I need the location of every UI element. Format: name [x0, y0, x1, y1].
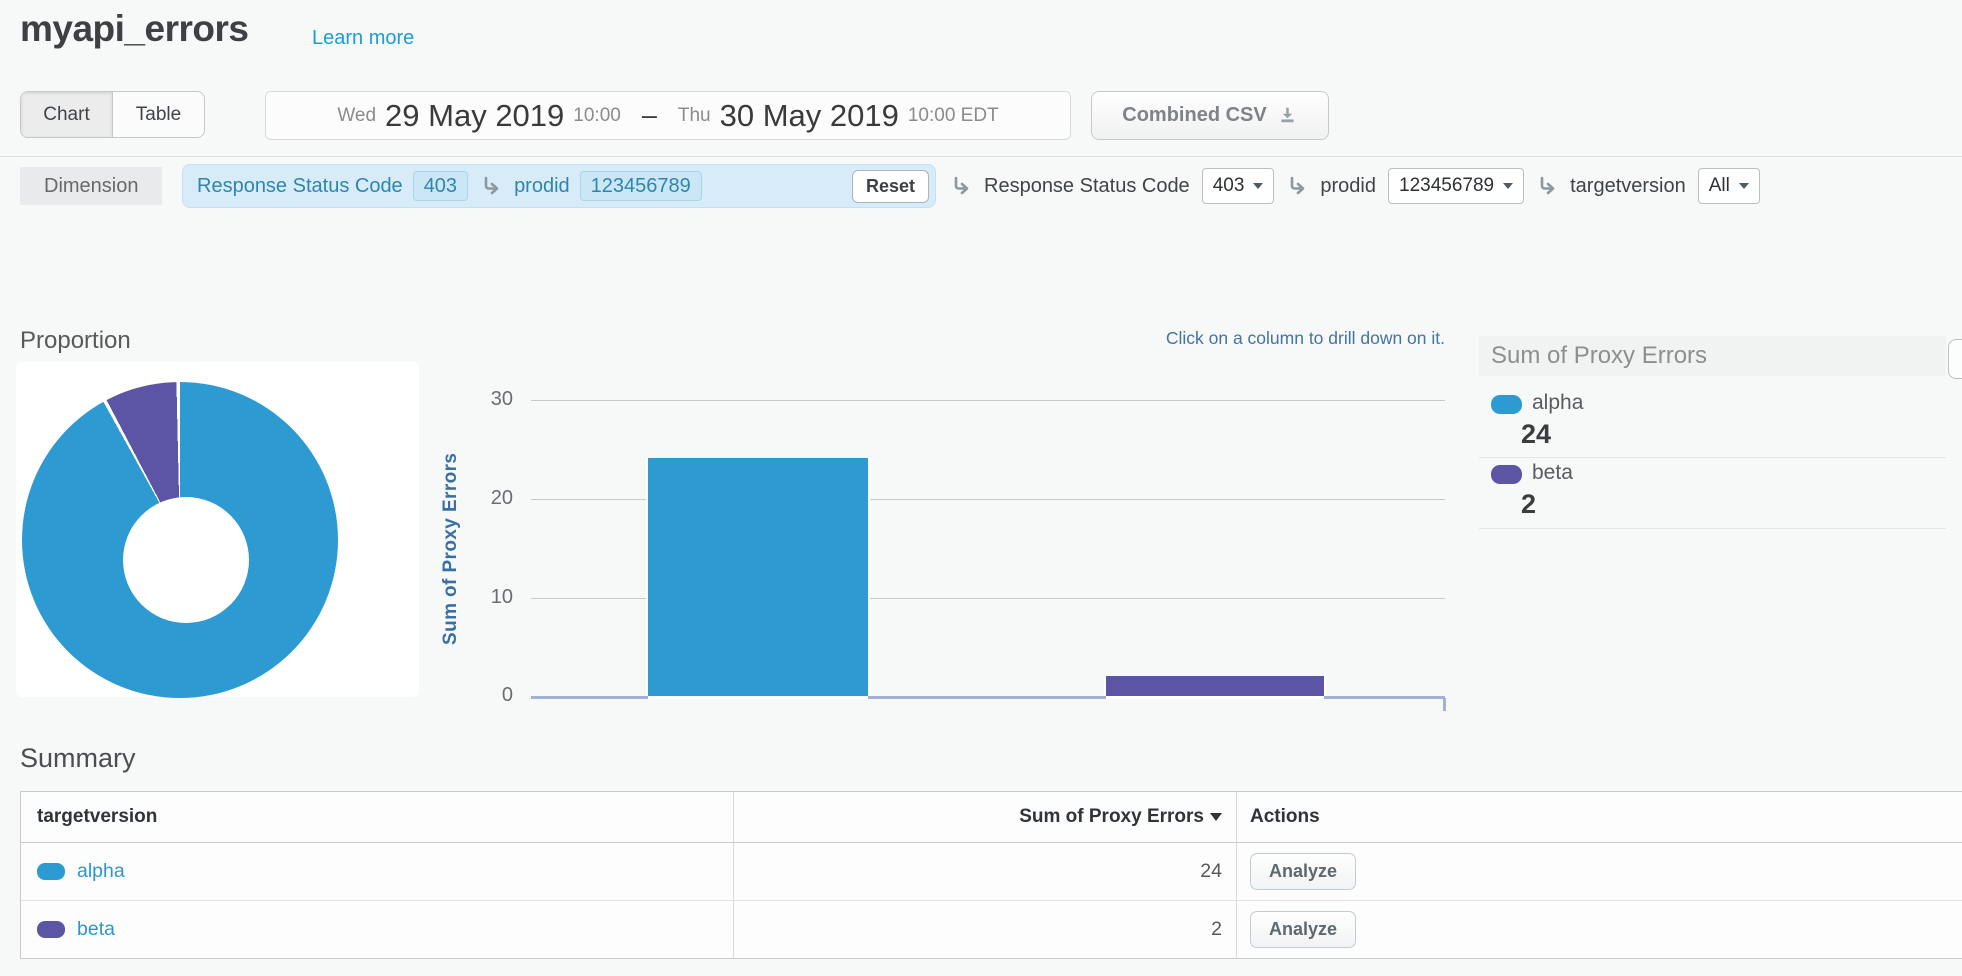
row-link-alpha[interactable]: alpha [77, 860, 125, 883]
y-tick-label: 20 [453, 487, 513, 510]
filter-controls: Response Status Code 403 prodid 12345678… [950, 168, 1760, 204]
breadcrumb-dimension-name: prodid [514, 175, 570, 198]
row-value-beta: 2 [1211, 918, 1222, 941]
combined-csv-button[interactable]: Combined CSV [1091, 91, 1329, 140]
drilldown-arrow-icon [1286, 176, 1308, 196]
breadcrumb-dimension-name: Response Status Code [197, 175, 403, 198]
column-header-sum-of-proxy-errors[interactable]: Sum of Proxy Errors [1019, 806, 1204, 828]
row-link-beta[interactable]: beta [77, 918, 115, 941]
y-tick-label: 0 [453, 684, 513, 707]
end-date: 30 May 2019 [720, 98, 899, 134]
breadcrumb-value-chip: 403 [413, 171, 468, 201]
combined-csv-label: Combined CSV [1122, 104, 1266, 127]
filter-selected-value: All [1709, 175, 1730, 197]
tab-table[interactable]: Table [112, 92, 204, 137]
y-tick-label: 30 [453, 388, 513, 411]
x-axis-end-tick [1443, 698, 1446, 711]
filter-name: targetversion [1570, 175, 1686, 198]
bar-alpha[interactable] [648, 458, 868, 696]
legend-value-alpha: 24 [1521, 419, 1551, 450]
bar-chart: 30 20 10 0 [531, 400, 1445, 697]
summary-title: Summary [20, 743, 136, 774]
drilldown-arrow-icon [480, 176, 502, 196]
report-page: myapi_errors Learn more Chart Table Wed … [0, 0, 1962, 976]
legend-divider [1479, 457, 1946, 458]
caret-down-icon [1503, 183, 1513, 189]
analyze-button-beta[interactable]: Analyze [1250, 911, 1356, 948]
y-axis-title: Sum of Proxy Errors [440, 400, 470, 697]
range-separator: – [642, 100, 657, 131]
toolbar-divider [0, 156, 1962, 157]
drilldown-arrow-icon [1536, 176, 1558, 196]
legend-divider [1479, 528, 1946, 529]
view-toggle: Chart Table [20, 91, 205, 138]
row-value-alpha: 24 [1200, 860, 1222, 883]
legend-label-beta: beta [1532, 461, 1573, 485]
legend-swatch-alpha [1491, 395, 1522, 414]
x-axis-baseline [531, 696, 1445, 699]
legend-swatch-beta [1491, 465, 1522, 484]
legend-header: Sum of Proxy Errors [1479, 336, 1946, 376]
end-day: Thu [678, 105, 711, 127]
start-time: 10:00 [573, 105, 621, 127]
page-title: myapi_errors [20, 8, 248, 50]
row-swatch-alpha [37, 863, 65, 880]
tab-chart[interactable]: Chart [21, 92, 112, 137]
legend-value-beta: 2 [1521, 489, 1536, 520]
summary-table-header: targetversion Sum of Proxy Errors Action… [21, 792, 1962, 843]
y-tick-label: 10 [453, 586, 513, 609]
end-time: 10:00 EDT [908, 105, 999, 127]
filter-dropdown-response-status-code[interactable]: 403 [1202, 168, 1275, 204]
table-row-alpha: alpha 24 Analyze [21, 843, 1962, 900]
filter-name: prodid [1320, 175, 1376, 198]
filter-selected-value: 123456789 [1399, 175, 1494, 197]
drilldown-breadcrumb: Response Status Code 403 prodid 12345678… [182, 164, 936, 208]
proportion-card [16, 362, 419, 697]
drilldown-arrow-icon [950, 176, 972, 196]
learn-more-link[interactable]: Learn more [312, 27, 414, 50]
reset-button[interactable]: Reset [852, 170, 929, 203]
sort-desc-icon [1210, 813, 1222, 821]
legend-label-alpha: alpha [1532, 391, 1583, 415]
dimension-label: Dimension [20, 167, 162, 205]
caret-down-icon [1253, 183, 1263, 189]
column-header-targetversion[interactable]: targetversion [37, 806, 157, 828]
bar-beta[interactable] [1106, 676, 1324, 696]
analyze-button-alpha[interactable]: Analyze [1250, 853, 1356, 890]
donut-hole [123, 497, 249, 623]
summary-table: targetversion Sum of Proxy Errors Action… [20, 791, 1962, 959]
column-header-actions: Actions [1250, 806, 1320, 828]
row-swatch-beta [37, 921, 65, 938]
filter-dropdown-prodid[interactable]: 123456789 [1388, 168, 1524, 204]
dimension-bar: Dimension Response Status Code 403 prodi… [20, 164, 1962, 208]
donut-chart[interactable] [22, 382, 338, 698]
start-day: Wed [337, 105, 376, 127]
breadcrumb-value-chip: 123456789 [580, 171, 702, 201]
legend-panel-edge-button[interactable] [1948, 339, 1962, 379]
download-icon [1277, 105, 1298, 126]
gridline-30 [531, 400, 1445, 401]
table-row-beta: beta 2 Analyze [21, 900, 1962, 958]
date-range-picker[interactable]: Wed 29 May 2019 10:00 – Thu 30 May 2019 … [265, 91, 1071, 140]
drilldown-hint: Click on a column to drill down on it. [1000, 328, 1445, 349]
start-date: 29 May 2019 [385, 98, 564, 134]
proportion-title: Proportion [20, 327, 131, 355]
filter-name: Response Status Code [984, 175, 1190, 198]
filter-dropdown-targetversion[interactable]: All [1698, 168, 1760, 204]
filter-selected-value: 403 [1213, 175, 1245, 197]
caret-down-icon [1739, 183, 1749, 189]
